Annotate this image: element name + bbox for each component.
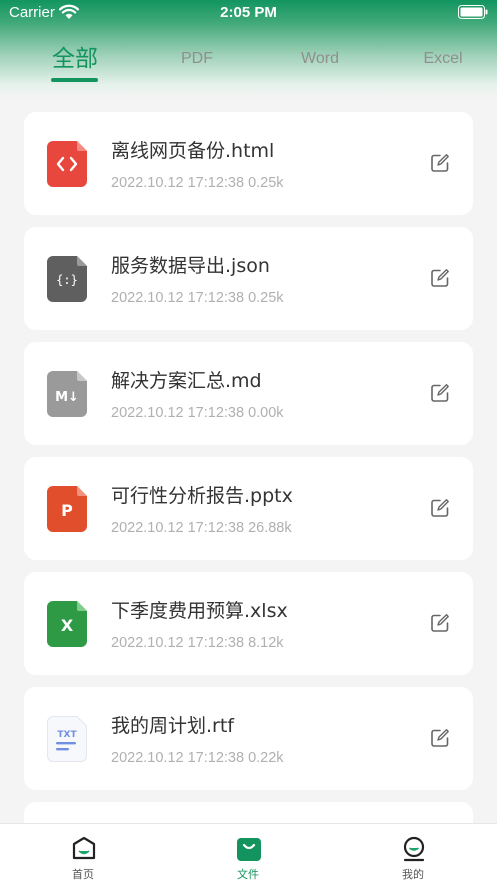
file-meta: 2022.10.12 17:12:38 0.25k: [111, 290, 284, 306]
profile-icon: [403, 836, 425, 862]
tab-word[interactable]: Word: [290, 40, 350, 82]
edit-icon[interactable]: [430, 498, 450, 518]
active-tab-indicator: [51, 78, 98, 82]
category-tabs: 全部 PDF Word Excel: [0, 40, 497, 90]
tab-pdf[interactable]: PDF: [167, 40, 227, 82]
file-item[interactable]: 离线网页备份.html 2022.10.12 17:12:38 0.25k: [24, 112, 473, 215]
tab-excel[interactable]: Excel: [413, 40, 473, 82]
rtf-icon-glyph: TXT: [57, 730, 77, 740]
clock: 2:05 PM: [220, 4, 277, 21]
file-name: 下季度费用预算.xlsx: [111, 600, 288, 622]
tabbar-home-label: 首页: [72, 868, 94, 881]
pptx-file-icon: P: [47, 486, 87, 532]
file-meta: 2022.10.12 17:12:38 0.22k: [111, 750, 284, 766]
html-file-icon: [47, 141, 87, 187]
home-icon: [72, 836, 96, 860]
file-meta: 2022.10.12 17:12:38 26.88k: [111, 520, 292, 536]
pptx-icon-glyph: P: [61, 501, 73, 520]
file-meta: 2022.10.12 17:12:38 0.25k: [111, 175, 284, 191]
status-bar: Carrier 2:05 PM: [0, 0, 497, 26]
file-bag-icon: [237, 838, 261, 861]
tabbar-mine-label: 我的: [402, 868, 424, 881]
rtf-file-icon: TXT: [47, 716, 87, 762]
tabbar-mine[interactable]: 我的: [373, 824, 453, 883]
battery-icon: [458, 5, 488, 19]
file-item[interactable]: X 下季度费用预算.xlsx 2022.10.12 17:12:38 8.12k: [24, 572, 473, 675]
file-meta: 2022.10.12 17:12:38 0.00k: [111, 405, 284, 421]
file-name: 可行性分析报告.pptx: [111, 485, 293, 507]
bottom-tab-bar: 首页 文件 我的: [0, 823, 497, 883]
edit-icon[interactable]: [430, 383, 450, 403]
edit-icon[interactable]: [430, 613, 450, 633]
edit-icon[interactable]: [430, 153, 450, 173]
file-name: 服务数据导出.json: [111, 255, 270, 277]
xlsx-file-icon: X: [47, 601, 87, 647]
file-item[interactable]: {:} 服务数据导出.json 2022.10.12 17:12:38 0.25…: [24, 227, 473, 330]
file-item[interactable]: TXT 我的周计划.rtf 2022.10.12 17:12:38 0.22k: [24, 687, 473, 790]
tabbar-files[interactable]: 文件: [208, 824, 288, 883]
file-name: 我的周计划.rtf: [111, 715, 234, 737]
file-name: 解决方案汇总.md: [111, 370, 262, 392]
xlsx-icon-glyph: X: [61, 616, 74, 635]
markdown-file-icon: M↓: [47, 371, 87, 417]
tab-all[interactable]: 全部: [45, 40, 105, 82]
file-name: 离线网页备份.html: [111, 140, 275, 162]
md-icon-glyph: M↓: [55, 390, 79, 405]
tabbar-home[interactable]: 首页: [43, 824, 123, 883]
file-meta: 2022.10.12 17:12:38 8.12k: [111, 635, 284, 651]
file-item[interactable]: P 可行性分析报告.pptx 2022.10.12 17:12:38 26.88…: [24, 457, 473, 560]
edit-icon[interactable]: [430, 728, 450, 748]
json-icon-glyph: {:}: [56, 273, 78, 287]
json-file-icon: {:}: [47, 256, 87, 302]
file-item[interactable]: M↓ 解决方案汇总.md 2022.10.12 17:12:38 0.00k: [24, 342, 473, 445]
tabbar-files-label: 文件: [237, 868, 259, 881]
edit-icon[interactable]: [430, 268, 450, 288]
